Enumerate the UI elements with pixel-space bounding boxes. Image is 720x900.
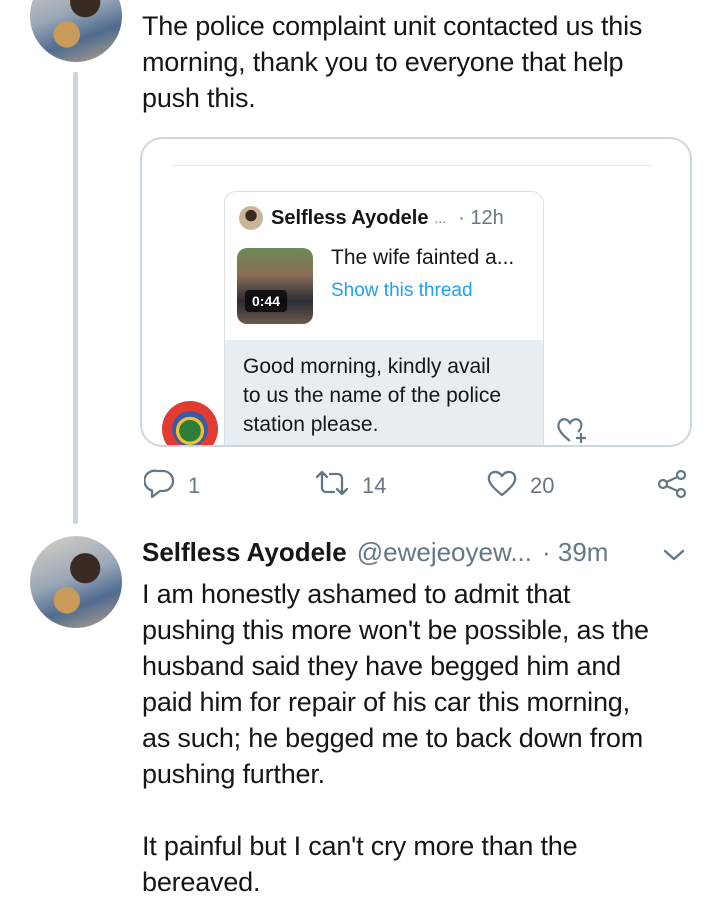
police-logo-avatar[interactable] — [162, 401, 218, 445]
tweet-text-line: pushing further. — [142, 759, 325, 789]
author-handle[interactable]: @ewejeoyew... — [357, 537, 532, 568]
tweet-text-line: bereaved. — [142, 867, 261, 897]
retweet-button[interactable]: 14 — [314, 468, 386, 504]
retweet-count: 14 — [362, 473, 387, 498]
like-button[interactable]: 20 — [486, 468, 554, 504]
reply-icon — [143, 468, 188, 504]
tweet-text-line: I am honestly ashamed to admit that — [142, 579, 571, 609]
tweet-text-line: pushing this more won't be possible, as … — [142, 615, 649, 645]
tweet-text: The police complaint unit contacted us t… — [142, 8, 702, 116]
share-icon — [656, 468, 700, 506]
tweet-text-line: as such; he begged me to back down from — [142, 723, 643, 753]
embedded-tweet-header: Selfless Ayodele ... · 12h — [239, 206, 504, 230]
avatar[interactable] — [30, 536, 122, 628]
reply-line: to us the name of the police — [243, 384, 501, 407]
reply-text: Good morning, kindly avail to us the nam… — [243, 352, 543, 439]
reply-line: Good morning, kindly avail — [243, 355, 491, 378]
like-plus-icon[interactable] — [556, 415, 592, 445]
thread-line — [73, 72, 78, 524]
tweet-text-line: husband said they have begged him and — [142, 651, 621, 681]
show-thread-link[interactable]: Show this thread — [331, 280, 473, 302]
embedded-tweet-text: The wife fainted a... — [331, 246, 515, 269]
like-icon — [486, 468, 530, 504]
reply-area: Good morning, kindly avail to us the nam… — [225, 340, 543, 445]
chevron-down-icon[interactable] — [662, 546, 686, 569]
retweet-icon — [314, 468, 362, 504]
video-duration: 0:44 — [245, 290, 288, 312]
share-button[interactable] — [656, 468, 700, 506]
tweet-text-line: push this. — [142, 83, 256, 113]
reply-count: 1 — [188, 473, 201, 498]
embedded-tweet[interactable]: Selfless Ayodele ... · 12h 0:44 The wife… — [224, 191, 544, 445]
tweet-text: I am honestly ashamed to admit that push… — [142, 576, 712, 900]
video-thumbnail[interactable]: 0:44 — [237, 248, 313, 324]
tweet-text-line: morning, thank you to everyone that help — [142, 47, 624, 77]
author-name: Selfless Ayodele — [271, 206, 429, 229]
tweet-header: Selfless Ayodele @ewejeoyew... · 39m — [142, 537, 608, 568]
quoted-screenshot-card[interactable]: Selfless Ayodele ... · 12h 0:44 The wife… — [140, 137, 692, 447]
avatar — [239, 206, 263, 230]
like-count: 20 — [530, 473, 555, 498]
police-logo — [172, 411, 208, 445]
avatar[interactable] — [30, 0, 122, 62]
author-name[interactable]: Selfless Ayodele — [142, 537, 347, 568]
divider — [172, 165, 652, 166]
timestamp: · 12h — [458, 206, 504, 229]
ellipsis: ... — [434, 210, 447, 226]
tweet-text-line: paid him for repair of his car this morn… — [142, 687, 630, 717]
tweet-text-line: It painful but I can't cry more than the — [142, 831, 578, 861]
timestamp[interactable]: · 39m — [542, 537, 608, 568]
reply-line: station please. — [243, 413, 379, 436]
reply-button[interactable]: 1 — [143, 468, 201, 504]
tweet-text-line: The police complaint unit contacted us t… — [142, 11, 643, 41]
